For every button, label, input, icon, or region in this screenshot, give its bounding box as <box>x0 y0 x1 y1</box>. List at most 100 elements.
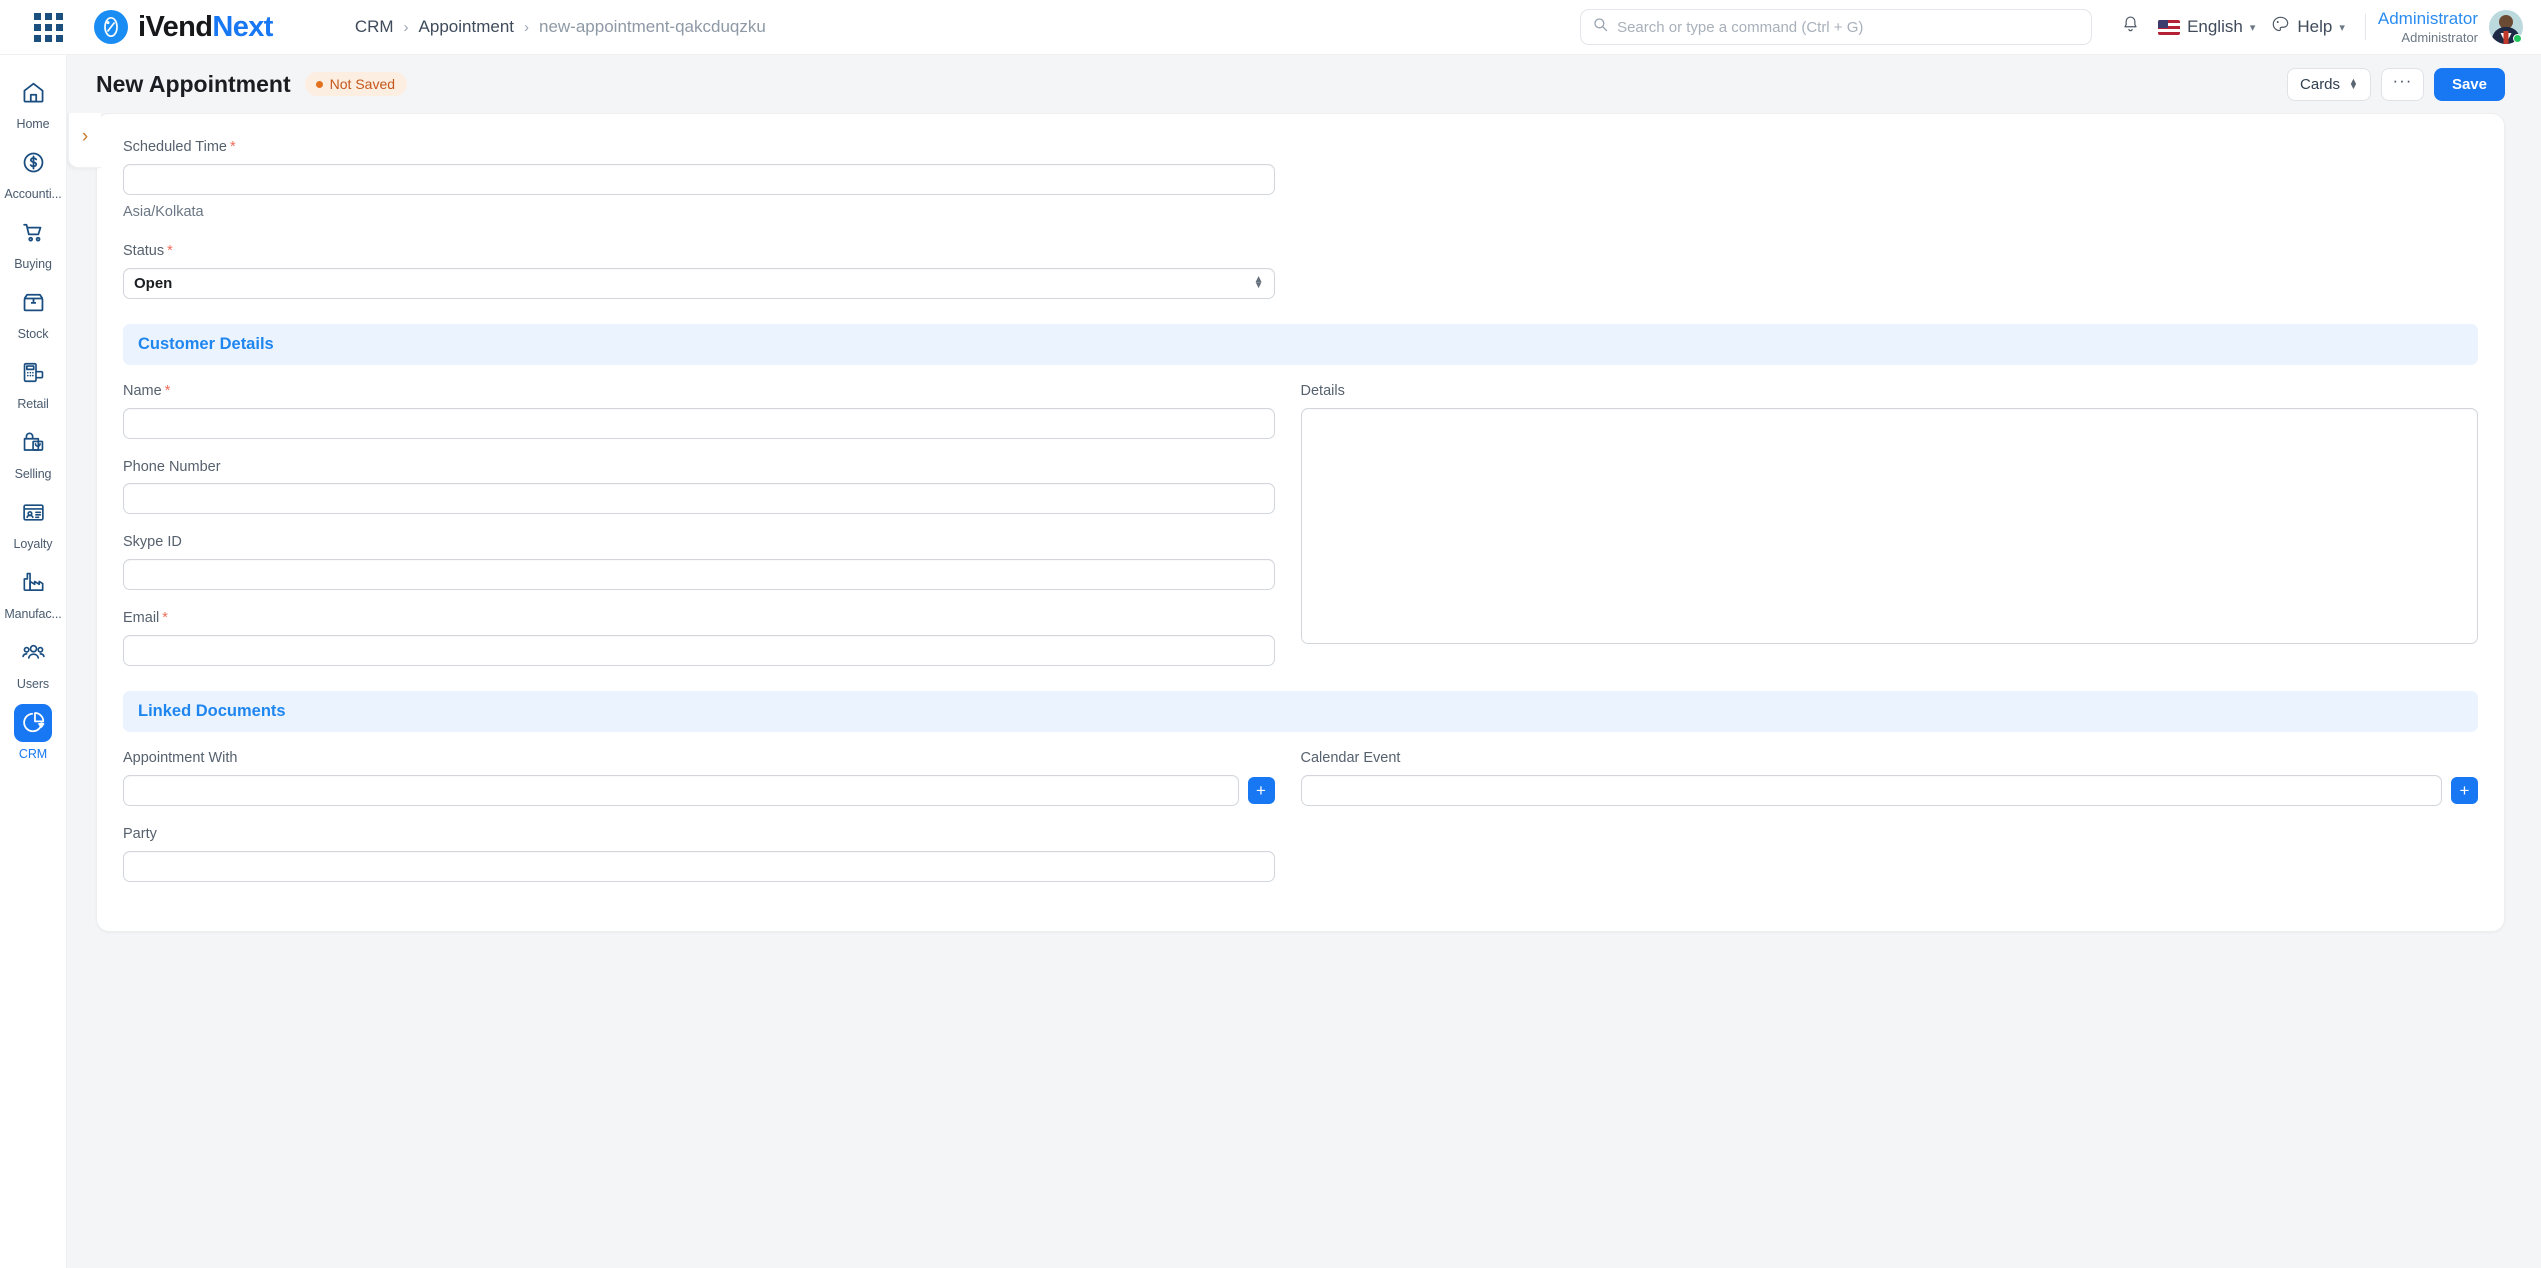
view-switcher-label: Cards <box>2300 75 2341 93</box>
id-card-icon <box>14 494 52 532</box>
customer-details-section: Name * Phone Number Skype ID Email * Det… <box>97 382 2504 685</box>
breadcrumb-item-crm[interactable]: CRM <box>355 17 394 37</box>
linked-documents-right-column: Calendar Event + <box>1300 749 2478 901</box>
global-search[interactable] <box>1580 9 2093 45</box>
sidebar-item-selling[interactable]: Selling <box>0 417 66 487</box>
field-email: Email * <box>123 609 1275 667</box>
left-sidebar: Home Accounti... Buying Stock Retail Sel… <box>0 55 67 1268</box>
field-phone-number: Phone Number <box>123 458 1275 515</box>
brand-mark-icon <box>94 10 128 44</box>
save-button[interactable]: Save <box>2433 67 2505 101</box>
timezone-helper-text: Asia/Kolkata <box>123 203 204 220</box>
field-party: Party <box>123 825 1275 882</box>
apps-grid-icon <box>33 12 63 42</box>
calendar-event-input[interactable] <box>1300 774 2442 806</box>
field-appointment-with: Appointment With + <box>123 749 1275 806</box>
view-switcher-button[interactable]: Cards ▲ ▼ <box>2287 67 2371 101</box>
app-shell: Home Accounti... Buying Stock Retail Sel… <box>0 55 2541 1268</box>
required-asterisk: * <box>164 382 171 399</box>
ellipsis-icon: ··· <box>2392 70 2413 90</box>
search-input[interactable] <box>1617 18 2080 36</box>
main-content: New Appointment Not Saved Cards ▲ ▼ ··· S… <box>67 55 2541 1268</box>
email-label: Email * <box>123 609 1275 628</box>
sidebar-item-users[interactable]: Users <box>0 627 66 697</box>
field-name: Name * <box>123 382 1275 439</box>
pos-terminal-icon <box>14 354 52 392</box>
language-label: English <box>2187 17 2243 36</box>
breadcrumb-item-current: new-appointment-qakcduqzku <box>539 17 766 36</box>
skype-id-label: Skype ID <box>123 534 182 551</box>
top-section-right-column <box>1301 138 2479 318</box>
breadcrumb: CRM › Appointment › new-appointment-qakc… <box>355 17 766 37</box>
sidebar-label: Accounti... <box>4 186 62 201</box>
calendar-event-row: + <box>1300 774 2478 806</box>
party-input[interactable] <box>123 850 1275 882</box>
sidebar-label: Selling <box>14 466 52 481</box>
sidebar-item-stock[interactable]: Stock <box>0 277 66 347</box>
top-section: Scheduled Time * Asia/Kolkata Status * O… <box>97 114 2504 318</box>
skype-id-input[interactable] <box>123 559 1275 591</box>
sidebar-item-home[interactable]: Home <box>0 67 66 137</box>
sidebar-label: Retail <box>17 396 49 411</box>
required-asterisk: * <box>167 242 173 259</box>
scheduled-time-label: Scheduled Time * <box>123 138 1275 157</box>
user-names: Administrator Administrator <box>2378 8 2478 46</box>
status-select[interactable]: Open <box>123 267 1275 299</box>
sidebar-label: Users <box>16 676 50 691</box>
pie-chart-icon <box>14 703 52 742</box>
form-scroll-area: › Scheduled Time * Asia/Kolkata Status *… <box>67 113 2541 1268</box>
help-menu[interactable]: Help ▾ <box>2263 7 2353 47</box>
notifications-button[interactable] <box>2110 7 2150 47</box>
shopping-bag-icon <box>14 424 52 462</box>
help-label: Help <box>2297 17 2333 36</box>
user-menu[interactable]: Administrator Administrator <box>2378 8 2523 46</box>
home-icon <box>14 74 52 112</box>
customer-details-left-column: Name * Phone Number Skype ID Email * <box>123 382 1301 685</box>
factory-icon <box>14 564 52 602</box>
name-label: Name * <box>123 382 1275 401</box>
required-asterisk: * <box>162 610 168 627</box>
name-input[interactable] <box>123 407 1275 439</box>
brand-logo[interactable]: iVendNext <box>94 10 273 44</box>
sidebar-item-loyalty[interactable]: Loyalty <box>0 487 66 557</box>
details-textarea[interactable] <box>1300 407 2478 644</box>
sidebar-item-retail[interactable]: Retail <box>0 347 66 417</box>
search-icon <box>1593 17 1608 37</box>
appointment-with-row: + <box>123 774 1275 806</box>
status-badge: Not Saved <box>304 72 408 96</box>
field-calendar-event: Calendar Event + <box>1300 749 2478 806</box>
add-calendar-event-button[interactable]: + <box>2451 776 2478 804</box>
section-header-linked-documents: Linked Documents <box>123 691 2478 733</box>
required-asterisk: * <box>229 139 236 155</box>
customer-details-right-column: Details <box>1300 382 2478 685</box>
topbar-right-cluster: English ▾ Help ▾ Administrator Administr… <box>1580 7 2541 47</box>
brand-name-part2: Next <box>212 10 273 43</box>
status-label: Status * <box>123 242 1275 261</box>
sidebar-item-crm[interactable]: CRM <box>0 697 66 767</box>
email-input[interactable] <box>123 635 1275 667</box>
appointment-with-label: Appointment With <box>123 750 238 767</box>
linked-documents-left-column: Appointment With + Party <box>123 749 1301 901</box>
apps-grid-button[interactable] <box>20 12 76 42</box>
breadcrumb-item-appointment[interactable]: Appointment <box>419 17 514 37</box>
users-icon <box>14 634 52 672</box>
sidebar-collapse-toggle[interactable]: › <box>68 113 101 168</box>
sidebar-item-buying[interactable]: Buying <box>0 207 66 277</box>
phone-number-input[interactable] <box>123 483 1275 515</box>
language-selector[interactable]: English ▾ <box>2150 7 2263 47</box>
appointment-with-input[interactable] <box>123 774 1239 806</box>
sidebar-label: Buying <box>14 256 52 271</box>
user-role: Administrator <box>2401 29 2478 45</box>
more-actions-button[interactable]: ··· <box>2380 67 2424 101</box>
section-header-customer-details: Customer Details <box>123 323 2478 365</box>
field-status: Status * Open ▲ ▼ <box>123 242 1275 299</box>
sidebar-item-accounting[interactable]: Accounti... <box>0 137 66 207</box>
sidebar-item-manufacturing[interactable]: Manufac... <box>0 557 66 627</box>
scheduled-time-label-text: Scheduled Time <box>123 139 227 155</box>
sidebar-label: Loyalty <box>13 536 53 551</box>
add-appointment-with-button[interactable]: + <box>1247 776 1275 804</box>
field-skype-id: Skype ID <box>123 533 1275 591</box>
top-section-row: Scheduled Time * Asia/Kolkata Status * O… <box>123 138 2478 318</box>
shopping-cart-icon <box>14 214 52 252</box>
scheduled-time-input[interactable] <box>123 163 1275 195</box>
